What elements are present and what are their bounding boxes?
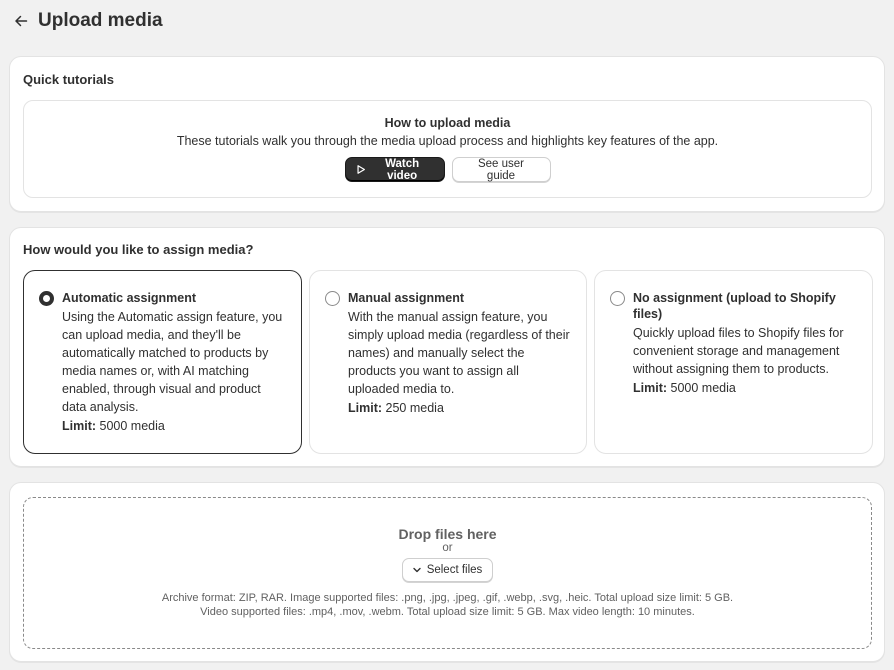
option-no-assignment[interactable]: No assignment (upload to Shopify files) … [594,270,873,454]
upload-info-line-1: Archive format: ZIP, RAR. Image supporte… [161,592,734,604]
option-manual[interactable]: Manual assignment With the manual assign… [309,270,587,454]
upload-info: Archive format: ZIP, RAR. Image supporte… [24,591,871,619]
page-title: Upload media [38,10,163,31]
drop-title: Drop files here [398,526,497,542]
option-limit: Limit: 250 media [348,399,572,417]
tutorial-heading: How to upload media [384,116,511,130]
chevron-down-icon [412,567,421,573]
arrow-left-icon [15,15,28,27]
option-title: Automatic assignment [62,291,197,305]
page-header: Upload media [0,0,894,42]
select-button-wrap: Select files [24,558,871,582]
assign-title: How would you like to assign media? [23,242,254,257]
option-limit: Limit: 5000 media [633,379,858,397]
option-description: Quickly upload files to Shopify files fo… [633,326,844,376]
play-icon [356,165,365,174]
option-limit: Limit: 5000 media [62,417,287,435]
select-files-label: Select files [426,564,483,576]
option-description: Using the Automatic assign feature, you … [62,310,283,414]
limit-value: 250 media [385,401,444,415]
tutorials-title: Quick tutorials [23,72,115,87]
watch-video-button[interactable]: Watch video [344,157,445,182]
option-description: With the manual assign feature, you simp… [348,310,570,396]
user-guide-label: See user guide [477,157,525,182]
tutorial-panel: How to upload media These tutorials walk… [23,100,872,198]
file-dropzone[interactable]: Drop files here or Select files Archive … [23,497,872,649]
radio-no-assignment[interactable] [610,291,625,306]
upload-card: Drop files here or Select files Archive … [9,482,885,662]
upload-info-line-2: Video supported files: .mp4, .mov, .webm… [200,606,695,618]
user-guide-button[interactable]: See user guide [451,157,551,182]
radio-manual[interactable] [325,291,340,306]
limit-label: Limit: [633,381,668,395]
limit-label: Limit: [62,419,97,433]
watch-video-label: Watch video [385,157,420,182]
option-title: Manual assignment [348,291,464,305]
tutorial-buttons: Watch video See user guide [24,157,871,182]
select-files-button[interactable]: Select files [401,558,494,582]
limit-value: 5000 media [99,419,165,433]
assign-card: How would you like to assign media? Auto… [9,227,885,467]
radio-automatic[interactable] [39,291,54,306]
tutorials-card: Quick tutorials How to upload media Thes… [9,56,885,212]
back-button[interactable] [12,12,30,30]
tutorial-description: These tutorials walk you through the med… [176,134,719,148]
limit-value: 5000 media [670,381,736,395]
option-automatic[interactable]: Automatic assignment Using the Automatic… [23,270,302,454]
limit-label: Limit: [348,401,383,415]
option-title: No assignment (upload to Shopify files) [633,291,836,321]
drop-or: or [442,542,453,554]
